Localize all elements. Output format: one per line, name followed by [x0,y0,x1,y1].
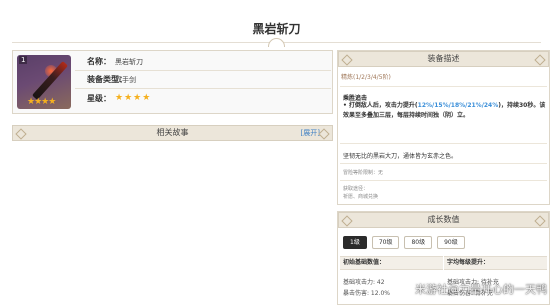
weapon-info-rows: 名称： 黑岩斩刀 装备类型： 双手剑 星级： ★★★★ [75,53,331,107]
level-tab-70[interactable]: 70级 [371,236,400,249]
weapon-info-card: 1 ★★★★ 名称： 黑岩斩刀 装备类型： 双手剑 星级： ★★★★ [12,50,333,114]
level-tab-80[interactable]: 80级 [404,236,433,249]
level-tab-1[interactable]: 1级 [343,236,367,249]
page-title: 黑岩斩刀 [252,22,301,36]
level-tabs: 1级 70级 80级 90级 [343,236,465,249]
obtain-label: 获取途径： [343,186,369,192]
description-title: 装备描述 [427,54,460,63]
ascend-stats-header: 字均每级提升： [444,256,547,270]
divider [340,143,547,144]
expand-link[interactable]: [展开] [301,126,320,140]
flavor-text: 坚韧无比的黑岩大刀，通体皆为玄赤之色。 [343,153,458,160]
divider [340,163,547,164]
rarity-stars: ★★★★ [115,93,152,103]
info-row-rarity: 星级： ★★★★ [75,89,331,107]
title-ornament-icon [268,38,285,47]
obtain-value: 祈愿、商城兑换 [343,194,379,200]
divider [340,86,547,87]
base-stats-header: 初始基础数值： [340,256,443,270]
growth-title: 成长数值 [427,215,460,224]
info-key: 名称： [87,57,111,66]
info-key: 装备类型： [87,75,127,84]
crit-dmg: 暴击伤害: 12.0% [343,290,390,297]
info-row-name: 名称： 黑岩斩刀 [75,53,331,71]
level-badge: 1 [19,56,28,64]
base-atk: 基础攻击力: 42 [343,279,385,286]
level-tab-90[interactable]: 90级 [437,236,465,249]
rarity-stars-icon: ★★★★ [27,97,56,107]
watermark: 米游社@力量开心的一天鸭 [415,283,547,296]
effect-prefix: • 打倒敌人后，攻击力提升( [343,102,418,109]
description-panel-header: 装备描述 [338,51,549,67]
info-key: 星级： [87,93,111,103]
growth-panel-header: 成长数值 [338,212,549,228]
story-title: 相关故事 [156,128,189,137]
weapon-type-value: 双手剑 [115,75,136,84]
weapon-name-value: 黑岩斩刀 [115,57,143,66]
ascension-limit: 冒险等阶限制：无 [343,170,384,176]
weapon-image: 1 ★★★★ [17,55,71,109]
effect-description: • 打倒敌人后，攻击力提升(12%/15%/18%/21%/24%)，持续30秒… [343,101,546,121]
divider [340,180,547,181]
refine-levels: 精炼(1/2/3/4/5阶) [341,74,391,81]
effect-values: 12%/15%/18%/21%/24% [417,102,499,109]
info-row-type: 装备类型： 双手剑 [75,71,331,89]
story-panel-header[interactable]: 相关故事 [展开] [12,125,333,141]
